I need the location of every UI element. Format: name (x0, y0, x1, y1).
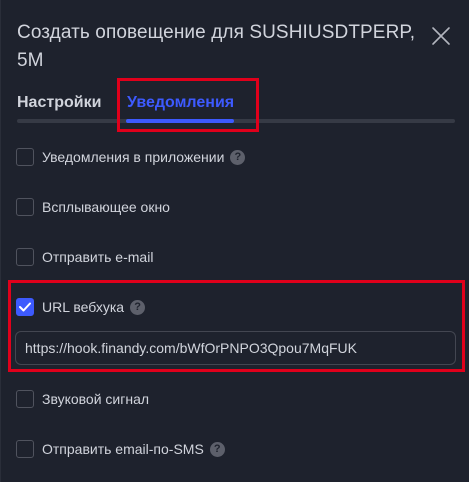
option-webhook[interactable]: URL вебхука ? (16, 297, 146, 317)
active-tab-indicator (126, 119, 234, 123)
tabs-bar: Настройки Уведомления (17, 88, 455, 124)
option-email-sms[interactable]: Отправить email-по-SMS ? (16, 439, 225, 459)
option-label: Отправить e-mail (42, 249, 154, 265)
help-icon[interactable]: ? (230, 149, 246, 165)
checkbox-sound[interactable] (16, 390, 34, 408)
checkbox-popup[interactable] (16, 198, 34, 216)
dialog-title: Создать оповещение для SUSHIUSDTPERP, 5M (17, 22, 416, 71)
option-in-app[interactable]: Уведомления в приложении ? (16, 147, 246, 167)
option-label: Уведомления в приложении (42, 149, 225, 165)
close-icon[interactable] (431, 26, 451, 46)
tab-notifications[interactable]: Уведомления (127, 93, 234, 113)
checkbox-in-app[interactable] (16, 148, 34, 166)
option-label: Отправить email-по-SMS (42, 441, 204, 457)
option-label: URL вебхука (42, 299, 125, 315)
checkbox-webhook[interactable] (16, 298, 34, 316)
checkbox-email-sms[interactable] (16, 440, 34, 458)
option-sound[interactable]: Звуковой сигнал (16, 389, 149, 409)
checkmark-icon (19, 302, 31, 312)
tab-settings[interactable]: Настройки (17, 93, 101, 113)
option-popup[interactable]: Всплывающее окно (16, 197, 170, 217)
help-icon[interactable]: ? (130, 299, 146, 315)
option-label: Звуковой сигнал (42, 391, 150, 407)
option-label: Всплывающее окно (42, 199, 170, 215)
checkbox-email[interactable] (16, 248, 34, 266)
tabs-divider (17, 119, 455, 123)
create-alert-dialog: Создать оповещение для SUSHIUSDTPERP, 5M… (0, 0, 469, 482)
help-icon[interactable]: ? (209, 441, 225, 457)
option-email[interactable]: Отправить e-mail (16, 247, 153, 267)
webhook-url-input[interactable] (15, 331, 456, 365)
